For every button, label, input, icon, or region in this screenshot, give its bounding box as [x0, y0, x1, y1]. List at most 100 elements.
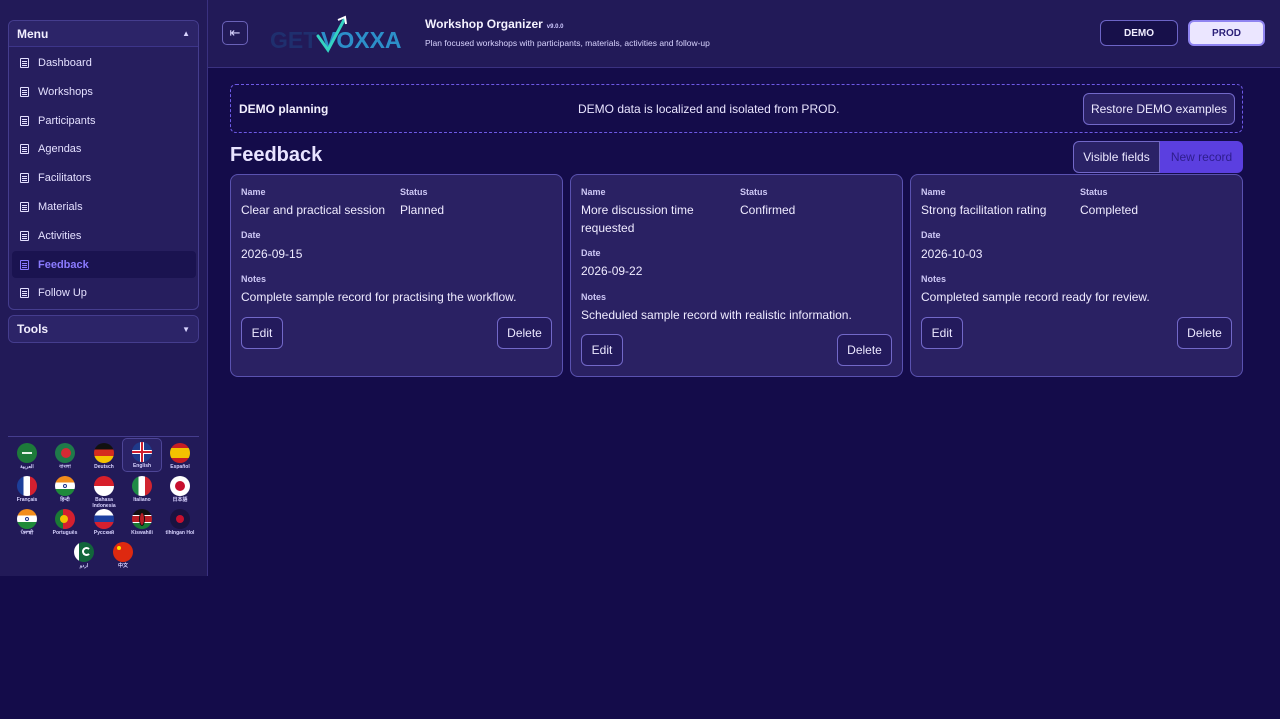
new-record-button[interactable]: New record	[1160, 141, 1243, 173]
flag-china-icon	[113, 542, 133, 562]
notes-value: Completed sample record ready for review…	[921, 290, 1150, 304]
sidebar-item-label: Workshops	[38, 85, 93, 98]
caret-down-icon: ▼	[182, 324, 190, 334]
sidebar-item-participants[interactable]: Participants	[12, 107, 196, 134]
language-label: العربية	[20, 464, 34, 470]
sidebar-item-workshops[interactable]: Workshops	[12, 78, 196, 105]
record-card: Name Clear and practical session Status …	[230, 174, 563, 377]
app-version: v9.0.0	[546, 24, 564, 30]
notes-label: Notes	[241, 274, 267, 284]
flag-kenya-icon	[132, 509, 152, 529]
language-label: tlhIngan Hol	[165, 530, 195, 536]
app-title: Workshop Organizer v9.0.0	[425, 17, 563, 31]
date-label: Date	[581, 248, 601, 258]
tools-title: Tools	[17, 322, 49, 336]
date-label: Date	[241, 230, 261, 240]
flag-bangladesh-icon	[55, 443, 75, 463]
sidebar-item-label: Materials	[38, 200, 83, 213]
status-label: Status	[1080, 187, 1108, 197]
flag-pakistan-icon	[74, 542, 94, 562]
name-label: Name	[921, 187, 946, 197]
document-icon	[20, 201, 29, 212]
edit-button[interactable]: Edit	[241, 317, 283, 349]
language-label: Deutsch	[94, 464, 114, 470]
menu-title: Menu	[17, 26, 49, 41]
document-icon	[20, 143, 29, 154]
caret-up-icon: ▲	[182, 29, 190, 38]
language-bengali[interactable]: বাংলা	[45, 440, 85, 470]
sidebar-item-label: Follow Up	[38, 286, 87, 299]
language-label: English	[132, 463, 152, 469]
record-card: Name Strong facilitation rating Status C…	[910, 174, 1243, 377]
flag-portugal-icon	[55, 509, 75, 529]
restore-demo-button[interactable]: Restore DEMO examples	[1083, 93, 1235, 125]
language-punjabi[interactable]: ਪੰਜਾਬੀ	[7, 506, 47, 536]
name-value: More discussion time requested	[581, 203, 694, 235]
sidebar-item-feedback[interactable]: Feedback	[12, 251, 196, 278]
sidebar-item-materials[interactable]: Materials	[12, 193, 196, 220]
flag-germany-icon	[94, 443, 114, 463]
name-value: Clear and practical session	[241, 203, 386, 217]
document-icon	[20, 230, 29, 241]
tools-toggle[interactable]: Tools ▼	[9, 316, 198, 342]
sidebar-item-dashboard[interactable]: Dashboard	[12, 49, 196, 76]
flag-france-icon	[17, 476, 37, 496]
sidebar-item-activities[interactable]: Activities	[12, 222, 196, 249]
language-label: Français	[16, 497, 38, 503]
edit-button[interactable]: Edit	[581, 334, 623, 366]
banner-title: DEMO planning	[239, 102, 329, 116]
language-indonesian[interactable]: Bahasa Indonesia	[84, 473, 124, 509]
sidebar-item-facilitators[interactable]: Facilitators	[12, 164, 196, 191]
language-french[interactable]: Français	[7, 473, 47, 503]
flag-india-icon	[55, 476, 75, 496]
language-label: ਪੰਜਾਬੀ	[20, 530, 34, 536]
env-demo-button[interactable]: DEMO	[1100, 20, 1178, 46]
language-label: বাংলা	[59, 464, 71, 470]
document-icon	[20, 259, 29, 270]
language-label: Español	[170, 464, 190, 470]
sidebar-item-label: Dashboard	[38, 56, 92, 69]
date-value: 2026-09-15	[241, 247, 303, 261]
app-subtitle: Plan focused workshops with participants…	[425, 38, 710, 48]
menu-panel: Menu ▲ Dashboard Workshops Participants …	[8, 20, 199, 310]
edit-button[interactable]: Edit	[921, 317, 963, 349]
document-icon	[20, 172, 29, 183]
language-label: Русский	[93, 530, 115, 536]
sidebar-item-label: Facilitators	[38, 171, 92, 184]
date-value: 2026-09-22	[581, 264, 643, 278]
name-value: Strong facilitation rating	[921, 203, 1047, 217]
tools-panel: Tools ▼	[8, 315, 199, 343]
banner-message: DEMO data is localized and isolated from…	[578, 102, 840, 116]
sidebar: Menu ▲ Dashboard Workshops Participants …	[0, 0, 208, 576]
language-swahili[interactable]: Kiswahili	[122, 506, 162, 536]
delete-button[interactable]: Delete	[497, 317, 552, 349]
collapse-sidebar-button[interactable]: ⇤	[222, 21, 248, 45]
visible-fields-button[interactable]: Visible fields	[1073, 141, 1160, 173]
language-spanish[interactable]: Español	[160, 440, 200, 470]
language-hindi[interactable]: हिन्दी	[45, 473, 85, 503]
language-urdu[interactable]: اردو	[64, 539, 104, 569]
language-japanese[interactable]: 日本語	[160, 473, 200, 503]
document-icon	[20, 115, 29, 126]
language-arabic[interactable]: العربية	[7, 440, 47, 470]
language-portuguese[interactable]: Português	[45, 506, 85, 536]
flag-spain-icon	[170, 443, 190, 463]
sidebar-item-agendas[interactable]: Agendas	[12, 135, 196, 162]
sidebar-item-follow-up[interactable]: Follow Up	[12, 279, 196, 306]
env-prod-button[interactable]: PROD	[1188, 20, 1265, 46]
delete-button[interactable]: Delete	[1177, 317, 1232, 349]
notes-value: Scheduled sample record with realistic i…	[581, 308, 852, 322]
document-icon	[20, 86, 29, 97]
flag-saudi-arabia-icon	[17, 443, 37, 463]
delete-button[interactable]: Delete	[837, 334, 892, 366]
flag-russia-icon	[94, 509, 114, 529]
language-russian[interactable]: Русский	[84, 506, 124, 536]
menu-toggle[interactable]: Menu ▲	[9, 21, 198, 47]
language-italian[interactable]: Italiano	[122, 473, 162, 503]
flag-india-icon	[17, 509, 37, 529]
language-klingon[interactable]: tlhIngan Hol	[160, 506, 200, 536]
language-chinese[interactable]: 中文	[103, 539, 143, 569]
status-value: Confirmed	[740, 203, 796, 217]
language-english[interactable]: English	[122, 438, 162, 472]
language-german[interactable]: Deutsch	[84, 440, 124, 470]
